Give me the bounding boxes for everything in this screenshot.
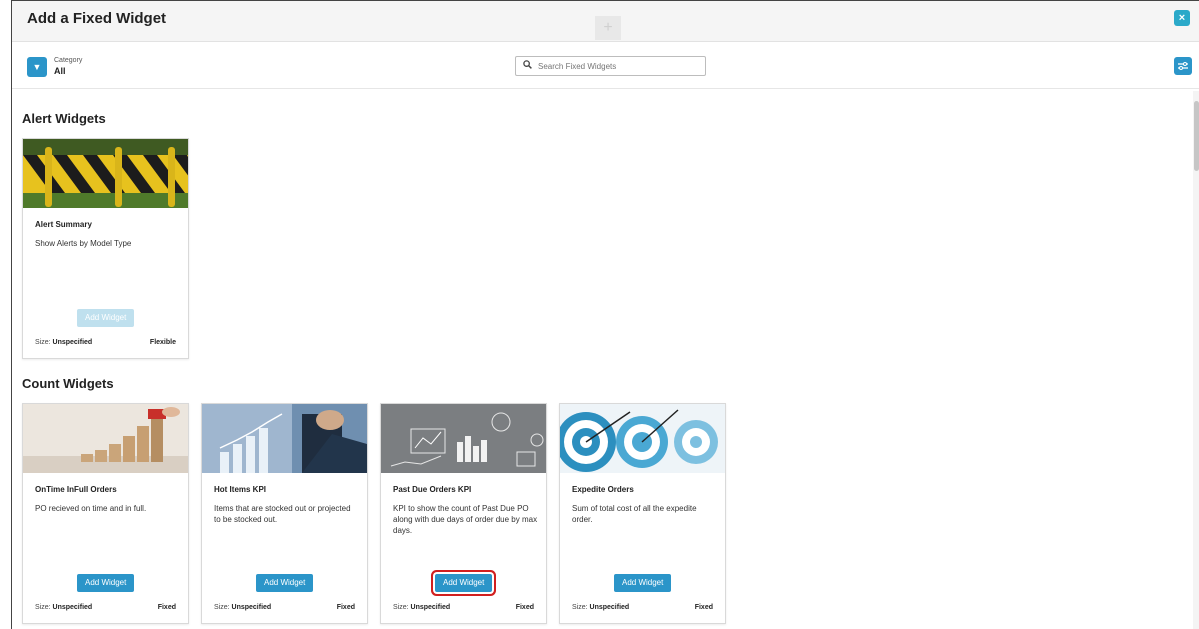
card-title: Hot Items KPI — [214, 485, 267, 494]
size-value: Unspecified — [52, 604, 93, 611]
size-value: Unspecified — [231, 604, 272, 611]
size-value: Unspecified — [410, 604, 451, 611]
chevron-down-icon: ▼ — [32, 62, 42, 72]
dialog-title: Add a Fixed Widget — [27, 10, 167, 27]
sliders-icon — [1178, 62, 1188, 70]
card-description: KPI to show the count of Past Due PO alo… — [393, 504, 538, 535]
close-button[interactable]: × — [1174, 10, 1190, 26]
business-chart-image — [202, 404, 367, 473]
size-label: Size: — [572, 604, 588, 611]
category-label: Category — [54, 57, 83, 64]
widget-card-ontime-infull-orders: OnTime InFull Orders PO recieved on time… — [22, 403, 189, 624]
widget-card-expedite-orders: Expedite Orders Sum of total cost of all… — [559, 403, 726, 624]
card-type: Fixed — [157, 604, 176, 611]
size-value: Unspecified — [589, 604, 630, 611]
card-type: Flexible — [149, 339, 176, 346]
card-size: Size: Unspecified — [393, 604, 450, 611]
category-value[interactable]: All — [54, 66, 66, 76]
widget-card-alert-summary: Alert Summary Show Alerts by Model Type … — [22, 138, 189, 359]
category-dropdown-button[interactable]: ▼ — [27, 57, 47, 77]
card-title: Past Due Orders KPI — [393, 485, 472, 494]
size-value: Unspecified — [52, 339, 93, 346]
dialog-titlebar: Add a Fixed Widget + × — [12, 1, 1199, 42]
filter-settings-button[interactable] — [1174, 57, 1192, 75]
section-title-alert-widgets: Alert Widgets — [22, 111, 106, 126]
card-description: Sum of total cost of all the expedite or… — [572, 504, 697, 524]
widget-card-hot-items-kpi: Hot Items KPI Items that are stocked out… — [201, 403, 368, 624]
add-widget-button[interactable]: Add Widget — [614, 574, 672, 592]
search-icon — [523, 60, 532, 72]
add-fixed-widget-dialog: Add a Fixed Widget + × ▼ Category All Al… — [11, 0, 1199, 629]
growth-blocks-image — [23, 404, 188, 473]
widget-toolbar: ▼ Category All — [12, 43, 1199, 89]
add-widget-button[interactable]: Add Widget — [256, 574, 314, 592]
card-size: Size: Unspecified — [35, 339, 92, 346]
analytics-icons-image — [381, 404, 546, 473]
card-description: Show Alerts by Model Type — [35, 239, 132, 248]
search-box[interactable] — [515, 56, 706, 76]
card-description: PO recieved on time and in full. — [35, 504, 147, 513]
search-input[interactable] — [538, 59, 698, 73]
size-label: Size: — [35, 604, 51, 611]
card-title: OnTime InFull Orders — [35, 485, 117, 494]
target-arrows-image — [560, 404, 725, 473]
card-title: Expedite Orders — [572, 485, 634, 494]
card-title: Alert Summary — [35, 220, 92, 229]
add-widget-button[interactable]: Add Widget — [77, 309, 135, 327]
add-widget-button[interactable]: Add Widget — [77, 574, 135, 592]
card-type: Fixed — [336, 604, 355, 611]
widget-card-past-due-orders-kpi: Past Due Orders KPI KPI to show the coun… — [380, 403, 547, 624]
card-description: Items that are stocked out or projected … — [214, 504, 351, 524]
size-label: Size: — [393, 604, 409, 611]
size-label: Size: — [35, 339, 51, 346]
card-type: Fixed — [515, 604, 534, 611]
road-barrier-image — [23, 139, 188, 208]
ghost-add-icon: + — [595, 16, 621, 40]
card-size: Size: Unspecified — [35, 604, 92, 611]
card-type: Fixed — [694, 604, 713, 611]
size-label: Size: — [214, 604, 230, 611]
scrollbar-track[interactable] — [1193, 91, 1199, 629]
add-widget-button[interactable]: Add Widget — [435, 574, 493, 592]
card-size: Size: Unspecified — [214, 604, 271, 611]
section-title-count-widgets: Count Widgets — [22, 376, 114, 391]
scrollbar-thumb[interactable] — [1194, 101, 1199, 171]
card-size: Size: Unspecified — [572, 604, 629, 611]
